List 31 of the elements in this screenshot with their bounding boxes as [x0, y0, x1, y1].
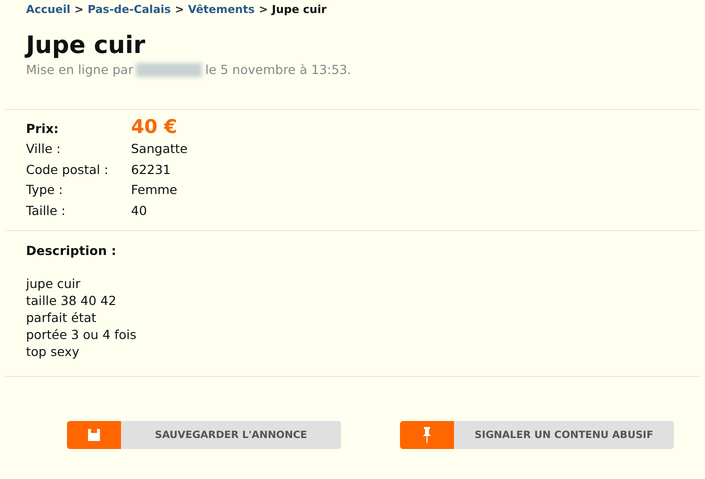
- pin-icon: [422, 427, 432, 443]
- breadcrumb-link[interactable]: Vêtements: [188, 3, 255, 16]
- description-line: top sexy: [26, 343, 80, 360]
- price-value: 40 €: [131, 116, 178, 138]
- description-line: jupe cuir: [26, 275, 82, 292]
- detail-value: 62231: [131, 160, 172, 178]
- breadcrumb-separator: >: [174, 3, 184, 16]
- detail-value: Sangatte: [131, 140, 189, 158]
- price-label: Prix:: [26, 121, 60, 136]
- description-line: portée 3 ou 4 fois: [26, 326, 138, 343]
- breadcrumb-separator: >: [74, 3, 84, 16]
- breadcrumb-link[interactable]: Accueil: [26, 3, 70, 16]
- save-icon: [87, 428, 101, 442]
- save-ad-button[interactable]: SAUVEGARDER L'ANNONCE: [67, 421, 341, 449]
- detail-value: 40: [131, 202, 148, 220]
- breadcrumb-separator: >: [258, 3, 268, 16]
- description-line: parfait état: [26, 309, 98, 326]
- detail-label: Ville :: [26, 140, 62, 158]
- detail-label: Code postal :: [26, 160, 110, 179]
- detail-label: Taille :: [26, 202, 67, 220]
- description-heading: Description :: [26, 243, 118, 258]
- ad-title: Jupe cuir: [26, 30, 146, 60]
- report-button[interactable]: SIGNALER UN CONTENU ABUSIF: [400, 421, 674, 449]
- posted-date: le 5 novembre à 13:53.: [205, 62, 352, 77]
- breadcrumb-current: Jupe cuir: [272, 3, 327, 16]
- posted-by-label: Mise en ligne par: [26, 62, 134, 77]
- description-line: taille 38 40 42: [26, 292, 118, 309]
- detail-value: Femme: [131, 181, 178, 199]
- detail-label: Type :: [26, 181, 64, 199]
- blurred-username: [136, 62, 202, 76]
- breadcrumb-link[interactable]: Pas-de-Calais: [88, 3, 171, 16]
